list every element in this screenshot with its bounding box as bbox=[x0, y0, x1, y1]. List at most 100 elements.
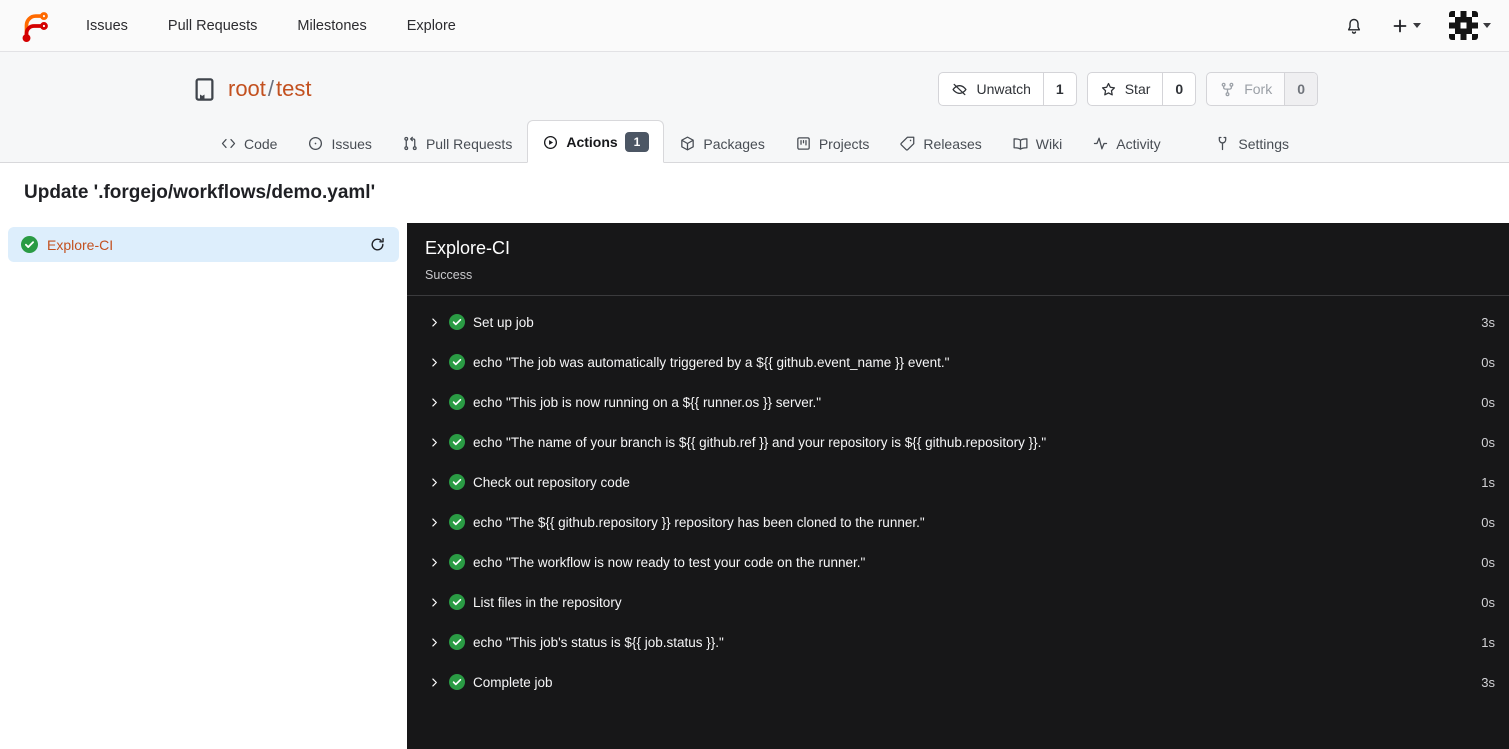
step-row[interactable]: List files in the repository 0s bbox=[407, 582, 1509, 622]
step-name: List files in the repository bbox=[473, 594, 622, 610]
fork-button: Fork 0 bbox=[1206, 72, 1318, 106]
tab-pull-requests[interactable]: Pull Requests bbox=[387, 123, 527, 163]
jobs-sidebar: Explore-CI bbox=[0, 223, 407, 749]
chevron-right-icon[interactable] bbox=[429, 397, 440, 408]
step-duration: 0s bbox=[1481, 514, 1495, 530]
pulse-icon bbox=[1094, 137, 1108, 150]
sidebar-job-explore-ci[interactable]: Explore-CI bbox=[8, 227, 399, 262]
step-row[interactable]: echo "The job was automatically triggere… bbox=[407, 342, 1509, 382]
tab-actions[interactable]: Actions 1 bbox=[527, 120, 665, 163]
step-success-icon bbox=[449, 554, 465, 570]
repo-owner-link[interactable]: root bbox=[228, 76, 266, 101]
fork-label: Fork bbox=[1244, 81, 1273, 97]
fork-count: 0 bbox=[1284, 73, 1317, 105]
fork-icon bbox=[1221, 82, 1234, 96]
chevron-right-icon[interactable] bbox=[429, 357, 440, 368]
step-name: echo "The workflow is now ready to test … bbox=[473, 554, 866, 570]
job-panel-title: Explore-CI bbox=[425, 238, 511, 258]
step-success-icon bbox=[449, 594, 465, 610]
play-circle-icon bbox=[544, 135, 558, 149]
step-name: echo "This job is now running on a ${{ r… bbox=[473, 394, 822, 410]
job-status-text: Success bbox=[425, 268, 473, 282]
step-row[interactable]: Complete job 3s bbox=[407, 662, 1509, 702]
step-success-icon bbox=[449, 434, 465, 450]
chevron-right-icon[interactable] bbox=[429, 477, 440, 488]
step-success-icon bbox=[449, 394, 465, 410]
job-log-panel: Explore-CI Success Set up job 3s echo "T… bbox=[407, 223, 1509, 749]
watch-count[interactable]: 1 bbox=[1042, 73, 1076, 105]
step-row[interactable]: echo "The ${{ github.repository }} repos… bbox=[407, 502, 1509, 542]
repo-name-link[interactable]: test bbox=[276, 76, 311, 101]
tab-issues[interactable]: Issues bbox=[292, 123, 386, 163]
repo-action-buttons: Unwatch 1 Star 0 Fork 0 bbox=[938, 72, 1318, 106]
unwatch-label: Unwatch bbox=[976, 81, 1031, 97]
package-cube-icon bbox=[681, 136, 695, 151]
repo-title: root/test bbox=[191, 76, 312, 103]
navbar-links: Issues Pull Requests Milestones Explore bbox=[86, 18, 456, 34]
code-icon bbox=[221, 138, 236, 149]
step-row[interactable]: Set up job 3s bbox=[407, 302, 1509, 342]
run-layout: Explore-CI Explore-CI Success Set up job… bbox=[0, 223, 1509, 749]
user-menu[interactable] bbox=[1449, 11, 1491, 40]
step-duration: 0s bbox=[1481, 354, 1495, 370]
top-navbar: Issues Pull Requests Milestones Explore bbox=[0, 0, 1509, 52]
tab-settings[interactable]: Settings bbox=[1199, 123, 1304, 163]
step-duration: 3s bbox=[1481, 314, 1495, 330]
step-row[interactable]: echo "This job is now running on a ${{ r… bbox=[407, 382, 1509, 422]
nav-item-milestones[interactable]: Milestones bbox=[297, 18, 366, 34]
unwatch-button[interactable]: Unwatch 1 bbox=[938, 72, 1077, 106]
repo-header-section: root/test Unwatch 1 Star 0 Fork 0 Code I… bbox=[0, 52, 1509, 163]
tab-activity[interactable]: Activity bbox=[1077, 123, 1175, 163]
star-label: Star bbox=[1124, 81, 1151, 97]
forgejo-logo-icon[interactable] bbox=[18, 9, 52, 43]
chevron-right-icon[interactable] bbox=[429, 677, 440, 688]
tab-code[interactable]: Code bbox=[205, 123, 292, 163]
tag-icon bbox=[900, 136, 915, 151]
plus-icon bbox=[1393, 19, 1407, 32]
workflow-run-title: Update '.forgejo/workflows/demo.yaml' bbox=[24, 182, 376, 203]
star-button[interactable]: Star 0 bbox=[1086, 72, 1197, 106]
chevron-right-icon[interactable] bbox=[429, 597, 440, 608]
step-duration: 1s bbox=[1481, 634, 1495, 650]
issue-circle-icon bbox=[309, 136, 323, 151]
navbar-right bbox=[1344, 11, 1491, 40]
step-row[interactable]: echo "The workflow is now ready to test … bbox=[407, 542, 1509, 582]
step-name: echo "This job's status is ${{ job.statu… bbox=[473, 634, 724, 650]
step-duration: 1s bbox=[1481, 474, 1495, 490]
notifications-bell-icon[interactable] bbox=[1344, 16, 1364, 36]
nav-item-issues[interactable]: Issues bbox=[86, 18, 128, 34]
tools-icon bbox=[1219, 136, 1227, 151]
tab-wiki[interactable]: Wiki bbox=[997, 123, 1077, 163]
step-name: echo "The name of your branch is ${{ git… bbox=[473, 434, 1047, 450]
step-row[interactable]: echo "The name of your branch is ${{ git… bbox=[407, 422, 1509, 462]
caret-down-icon bbox=[1483, 23, 1491, 28]
create-new-menu[interactable] bbox=[1392, 18, 1421, 34]
chevron-right-icon[interactable] bbox=[429, 637, 440, 648]
tab-packages[interactable]: Packages bbox=[664, 123, 779, 163]
nav-item-pull-requests[interactable]: Pull Requests bbox=[168, 18, 257, 34]
avatar-identicon bbox=[1449, 11, 1478, 40]
step-name: Set up job bbox=[473, 314, 534, 330]
tab-projects[interactable]: Projects bbox=[780, 123, 885, 163]
step-name: echo "The job was automatically triggere… bbox=[473, 354, 950, 370]
job-panel-header: Explore-CI Success bbox=[407, 223, 1509, 296]
step-duration: 0s bbox=[1481, 554, 1495, 570]
step-name: Check out repository code bbox=[473, 474, 630, 490]
chevron-right-icon[interactable] bbox=[429, 517, 440, 528]
step-row[interactable]: echo "This job's status is ${{ job.statu… bbox=[407, 622, 1509, 662]
step-duration: 0s bbox=[1481, 594, 1495, 610]
nav-item-explore[interactable]: Explore bbox=[407, 18, 456, 34]
chevron-right-icon[interactable] bbox=[429, 437, 440, 448]
star-count[interactable]: 0 bbox=[1162, 73, 1195, 105]
tab-releases[interactable]: Releases bbox=[884, 123, 996, 163]
eye-slash-icon bbox=[952, 83, 968, 95]
rerun-refresh-icon[interactable] bbox=[369, 236, 386, 253]
repo-header: root/test Unwatch 1 Star 0 Fork 0 bbox=[191, 52, 1318, 120]
step-duration: 0s bbox=[1481, 394, 1495, 410]
step-name: echo "The ${{ github.repository }} repos… bbox=[473, 514, 925, 530]
star-icon bbox=[1101, 82, 1115, 95]
actions-count-badge: 1 bbox=[624, 132, 650, 152]
step-row[interactable]: Check out repository code 1s bbox=[407, 462, 1509, 502]
chevron-right-icon[interactable] bbox=[429, 317, 440, 328]
chevron-right-icon[interactable] bbox=[429, 557, 440, 568]
